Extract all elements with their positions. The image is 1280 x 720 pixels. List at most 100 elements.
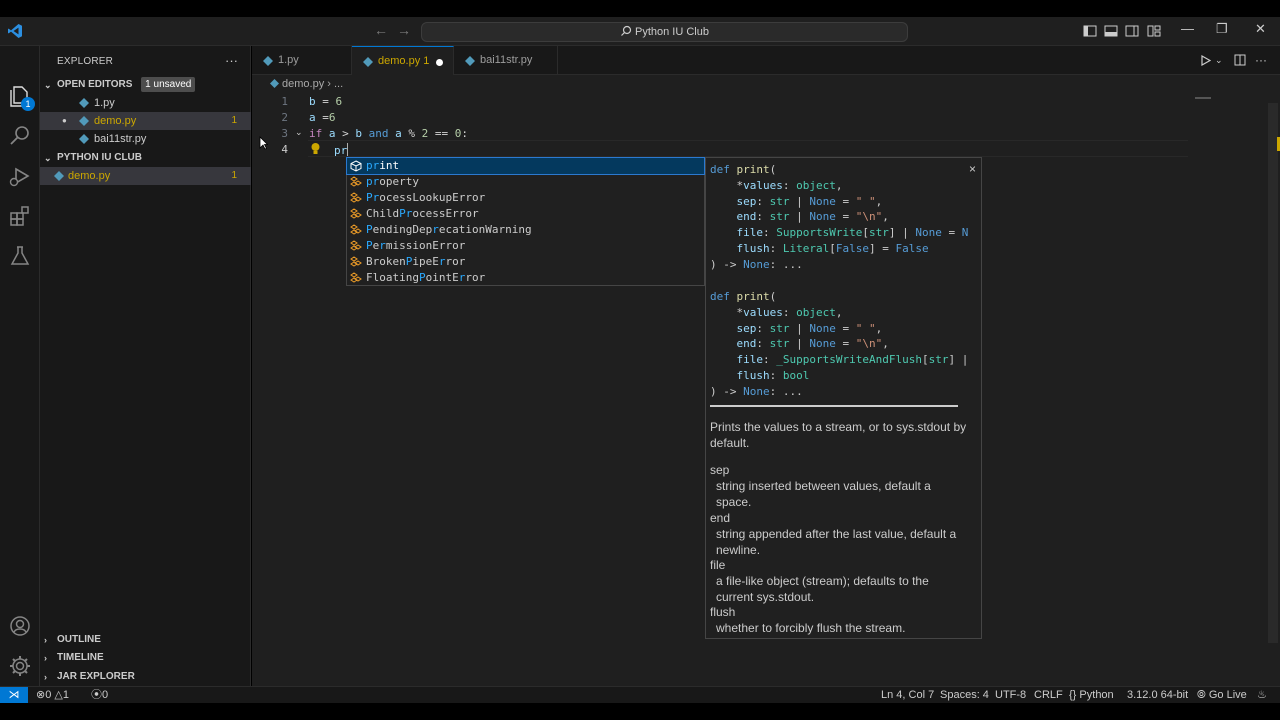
minimize-button[interactable]: —: [1181, 21, 1194, 36]
indentation[interactable]: Spaces: 4: [940, 688, 989, 703]
testing-flask-icon[interactable]: [8, 244, 32, 268]
more-actions-icon[interactable]: ···: [1255, 53, 1267, 67]
file-name: bai11str.py: [94, 133, 147, 145]
param-desc: string inserted between values, default …: [716, 479, 931, 509]
suggestion-item[interactable]: FloatingPointError: [347, 270, 704, 286]
chevron-down-icon: ⌄: [44, 153, 52, 163]
python-file-icon: [465, 56, 475, 66]
line-number: 3: [281, 127, 288, 140]
workspace-file-item[interactable]: demo.py 1: [40, 167, 251, 185]
outline-section[interactable]: › OUTLINE: [40, 631, 251, 649]
suggestion-item[interactable]: property: [347, 174, 704, 190]
doc-intro: Prints the values to a stream, or to sys…: [710, 420, 967, 450]
run-and-debug-icon[interactable]: [8, 164, 32, 188]
suggestion-item[interactable]: PendingDeprecationWarning: [347, 222, 704, 238]
tab-label: demo.py 1: [378, 55, 430, 67]
param-desc: whether to forcibly flush the stream.: [716, 621, 906, 635]
workspace-section[interactable]: ⌄ PYTHON IU CLUB: [40, 149, 251, 167]
sidebar-title: EXPLORER: [57, 56, 114, 67]
unsaved-dot-icon[interactable]: ●: [62, 112, 67, 130]
problems-indicator[interactable]: ⊗0 △1: [36, 688, 69, 703]
forward-button[interactable]: →: [397, 22, 411, 38]
suggestion-item[interactable]: PermissionError: [347, 238, 704, 254]
param-name: flush: [710, 605, 736, 619]
editor-tabs: 1.py demo.py 1 bai11str.py ⌄ ···: [252, 46, 1280, 75]
vscode-logo-icon[interactable]: [7, 23, 23, 39]
python-interpreter[interactable]: 3.12.0 64-bit: [1127, 688, 1188, 703]
unsaved-dot-icon[interactable]: [436, 59, 443, 66]
tab-label: 1.py: [278, 54, 299, 66]
minimap[interactable]: [1195, 97, 1211, 99]
suggestion-item[interactable]: ProcessLookupError: [347, 190, 704, 206]
breadcrumb-symbol[interactable]: ...: [334, 78, 343, 90]
braces-icon: {}: [1069, 689, 1077, 701]
tab-demo-py[interactable]: demo.py 1: [352, 46, 454, 75]
customize-layout-icon[interactable]: [1147, 24, 1161, 38]
suggestion-item[interactable]: ChildProcessError: [347, 206, 704, 222]
cursor-position[interactable]: Ln 4, Col 7: [881, 688, 934, 703]
breadcrumb-file[interactable]: demo.py: [282, 78, 324, 90]
breadcrumb-separator: ›: [327, 78, 331, 90]
notifications-bell-icon[interactable]: ♨: [1257, 688, 1267, 703]
ports-indicator[interactable]: ⦿0: [91, 688, 108, 703]
close-details-button[interactable]: ×: [969, 162, 976, 176]
extensions-icon[interactable]: [8, 204, 32, 228]
toggle-panel-icon[interactable]: [1104, 24, 1118, 38]
open-editors-title: OPEN EDITORS: [57, 79, 133, 90]
class-icon: [350, 192, 362, 203]
python-file-icon: [79, 116, 89, 126]
line-number: 2: [281, 111, 288, 124]
signature-overload-2: def print( *values: object, sep: str | N…: [710, 290, 969, 398]
file-name: demo.py: [94, 115, 137, 127]
suggest-details: × def print( *values: object, sep: str |…: [705, 157, 982, 639]
class-icon: [350, 208, 362, 219]
split-editor-icon[interactable]: [1234, 54, 1246, 66]
fold-chevron-icon[interactable]: ⌄: [295, 127, 303, 138]
explorer-more-actions[interactable]: ···: [225, 53, 238, 68]
tab-bai11str-py[interactable]: bai11str.py: [454, 46, 558, 75]
go-live-button[interactable]: ⦾ Go Live: [1197, 688, 1247, 703]
code-line-1: b = 6: [309, 95, 343, 108]
python-file-icon: [79, 98, 89, 108]
param-desc: a file-like object (stream); defaults to…: [716, 574, 929, 604]
mouse-pointer-icon: [259, 136, 268, 150]
error-icon: ⊗: [36, 689, 46, 701]
letterbox-bottom: [0, 703, 1280, 720]
manage-gear-icon[interactable]: [8, 654, 32, 678]
python-file-icon: [263, 56, 273, 66]
restore-button[interactable]: ❐: [1216, 21, 1228, 37]
python-file-icon: [54, 171, 64, 181]
toggle-primary-sidebar-icon[interactable]: [1083, 24, 1097, 38]
open-editor-item[interactable]: bai11str.py: [40, 130, 251, 148]
close-window-button[interactable]: ✕: [1255, 21, 1266, 37]
class-icon: [350, 240, 362, 251]
accounts-icon[interactable]: [8, 614, 32, 638]
open-editors-section[interactable]: ⌄ OPEN EDITORS 1 unsaved: [40, 76, 251, 94]
command-center[interactable]: Python IU Club: [421, 22, 908, 42]
line-endings[interactable]: CRLF: [1034, 688, 1063, 703]
run-python-file-icon[interactable]: [1200, 55, 1211, 66]
search-icon[interactable]: [8, 123, 32, 147]
suggestion-item[interactable]: BrokenPipeError: [347, 254, 704, 270]
chevron-down-icon[interactable]: ⌄: [1215, 55, 1223, 66]
encoding[interactable]: UTF-8: [995, 688, 1026, 703]
code-line-3: if a > b and a % 2 == 0:: [309, 127, 468, 140]
back-button[interactable]: ←: [374, 22, 388, 38]
tab-1-py[interactable]: 1.py: [252, 46, 352, 75]
jar-explorer-section[interactable]: › JAR EXPLORER: [40, 668, 251, 686]
toggle-secondary-sidebar-icon[interactable]: [1125, 24, 1139, 38]
suggestion-item[interactable]: print: [346, 157, 705, 175]
remote-indicator[interactable]: ⋊: [0, 687, 28, 704]
outline-title: OUTLINE: [57, 634, 101, 645]
python-file-icon: [270, 79, 279, 88]
timeline-section[interactable]: › TIMELINE: [40, 649, 251, 667]
workspace-title: Python IU Club: [635, 26, 709, 38]
problem-count: 1: [231, 170, 237, 181]
lightbulb-icon[interactable]: [310, 142, 321, 155]
details-divider: [710, 405, 958, 407]
open-editor-item[interactable]: ● demo.py 1: [40, 112, 251, 130]
language-mode[interactable]: {} Python: [1069, 688, 1114, 703]
error-count: 0: [45, 689, 52, 701]
open-editor-item[interactable]: 1.py: [40, 94, 251, 112]
vertical-scrollbar[interactable]: [1268, 103, 1278, 643]
